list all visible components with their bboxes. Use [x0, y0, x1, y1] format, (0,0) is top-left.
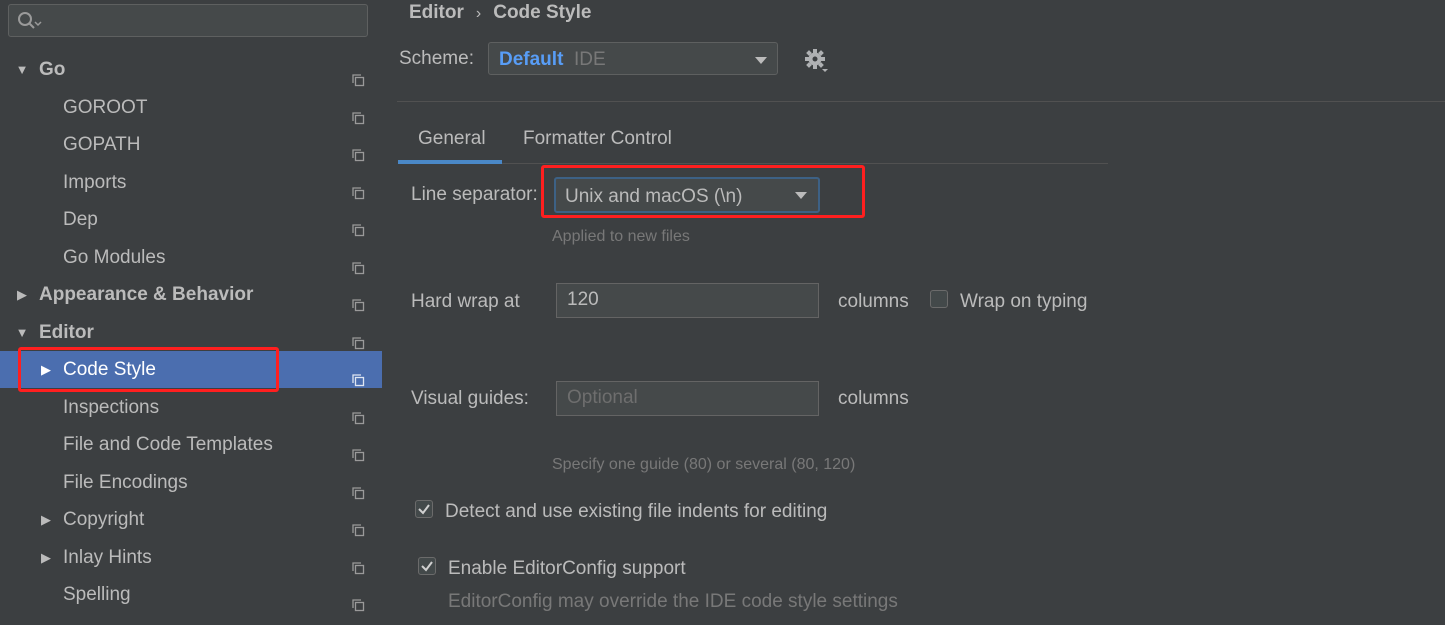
sidebar-item-label: Go Modules	[63, 246, 166, 268]
expanded-arrow-icon[interactable]: ▼	[15, 51, 29, 88]
line-separator-label: Line separator:	[411, 184, 538, 205]
check-icon	[418, 504, 430, 515]
sidebar-item-label: File and Code Templates	[63, 434, 273, 455]
copy-icon	[352, 438, 365, 462]
tab-formatter-control[interactable]: Formatter Control	[523, 128, 672, 150]
sidebar-item-label: GOROOT	[63, 96, 148, 118]
scheme-label: Scheme:	[399, 48, 474, 69]
scheme-type: IDE	[574, 49, 606, 70]
breadcrumb-parent[interactable]: Editor	[409, 2, 464, 23]
copy-icon	[352, 363, 365, 387]
sidebar-item-label: Editor	[39, 321, 94, 343]
collapsed-arrow-icon[interactable]: ▶	[39, 501, 53, 538]
breadcrumb: Editor › Code Style	[409, 2, 591, 24]
scheme-dropdown[interactable]: Default IDE	[488, 42, 778, 75]
sidebar-item-label: Spelling	[63, 584, 131, 605]
sidebar-item-label: Copyright	[63, 509, 145, 530]
sidebar-item[interactable]: ▼ Go	[0, 51, 382, 88]
settings-sidebar: ▼ Go GOROOT GOPATH Imports Dep Go Modules ▶ Appe…	[0, 0, 382, 617]
sidebar-item[interactable]: Imports	[0, 164, 382, 201]
sidebar-item[interactable]: Dep	[0, 201, 382, 238]
scheme-name: Default	[499, 49, 564, 70]
sidebar-item[interactable]: Spelling	[0, 576, 382, 613]
copy-icon	[352, 138, 365, 162]
tab-general[interactable]: General	[418, 128, 486, 150]
divider	[397, 101, 1445, 102]
wrap-on-typing-label[interactable]: Wrap on typing	[960, 291, 1087, 313]
sidebar-item-label: Go	[39, 59, 66, 80]
sidebar-item-label: Inlay Hints	[63, 546, 152, 568]
sidebar-item-label: Inspections	[63, 396, 160, 418]
sidebar-item-label: Dep	[63, 209, 98, 230]
copy-icon	[352, 513, 365, 537]
copy-icon	[352, 288, 365, 312]
detect-indents-label[interactable]: Detect and use existing file indents for…	[445, 501, 827, 523]
copy-icon	[352, 213, 365, 237]
expanded-arrow-icon[interactable]: ▼	[15, 314, 29, 351]
collapsed-arrow-icon[interactable]: ▶	[15, 276, 29, 313]
hard-wrap-label: Hard wrap at	[411, 291, 520, 312]
settings-search-input[interactable]	[8, 4, 368, 37]
sidebar-item[interactable]: Go Modules	[0, 239, 382, 276]
editorconfig-hint: EditorConfig may override the IDE code s…	[448, 591, 898, 612]
sidebar-item[interactable]: File Encodings	[0, 464, 382, 501]
sidebar-item[interactable]: Inspections	[0, 389, 382, 426]
editorconfig-label[interactable]: Enable EditorConfig support	[448, 558, 686, 580]
active-tab-indicator	[398, 160, 502, 164]
sidebar-item[interactable]: ▶ Inlay Hints	[0, 539, 382, 576]
sidebar-item[interactable]: GOPATH	[0, 126, 382, 163]
copy-icon	[352, 176, 365, 199]
sidebar-item[interactable]: ▶ Copyright	[0, 501, 382, 538]
wrap-on-typing-checkbox[interactable]	[930, 290, 948, 308]
line-separator-hint: Applied to new files	[552, 228, 690, 245]
copy-icon	[352, 588, 365, 612]
sidebar-item-label: Imports	[63, 171, 127, 193]
copy-icon	[352, 551, 365, 574]
sidebar-item[interactable]: GOROOT	[0, 89, 382, 126]
collapsed-arrow-icon[interactable]: ▶	[39, 539, 53, 576]
highlight-box-line-separator	[541, 165, 865, 218]
search-icon	[16, 10, 42, 38]
code-style-panel: Editor › Code Style Scheme: Default IDE Ge…	[382, 0, 1445, 617]
tabs-divider	[398, 163, 1108, 164]
sidebar-item-label: GOPATH	[63, 134, 141, 155]
visual-guides-input[interactable]: Optional	[556, 381, 819, 416]
sidebar-item[interactable]: ▶ Appearance & Behavior	[0, 276, 382, 313]
gear-icon[interactable]	[804, 48, 830, 80]
breadcrumb-separator: ›	[475, 5, 482, 22]
copy-icon	[352, 63, 365, 87]
sidebar-item-label: File Encodings	[63, 471, 188, 493]
editorconfig-checkbox[interactable]	[418, 557, 436, 575]
copy-icon	[352, 326, 365, 349]
hard-wrap-input[interactable]: 120	[556, 283, 819, 318]
hard-wrap-unit: columns	[838, 291, 909, 312]
visual-guides-hint: Specify one guide (80) or several (80, 1…	[552, 456, 856, 473]
sidebar-item[interactable]: File and Code Templates	[0, 426, 382, 463]
check-icon	[421, 561, 433, 572]
copy-icon	[352, 101, 365, 124]
copy-icon	[352, 476, 365, 499]
highlight-box-code-style	[18, 347, 279, 392]
visual-guides-label: Visual guides:	[411, 388, 529, 409]
copy-icon	[352, 401, 365, 424]
sidebar-item-label: Appearance & Behavior	[39, 284, 254, 305]
visual-guides-unit: columns	[838, 388, 909, 409]
chevron-down-icon	[755, 57, 767, 64]
copy-icon	[352, 251, 365, 274]
detect-indents-checkbox[interactable]	[415, 500, 433, 518]
breadcrumb-current: Code Style	[493, 2, 592, 23]
sidebar-item[interactable]: ▼ Editor	[0, 314, 382, 351]
